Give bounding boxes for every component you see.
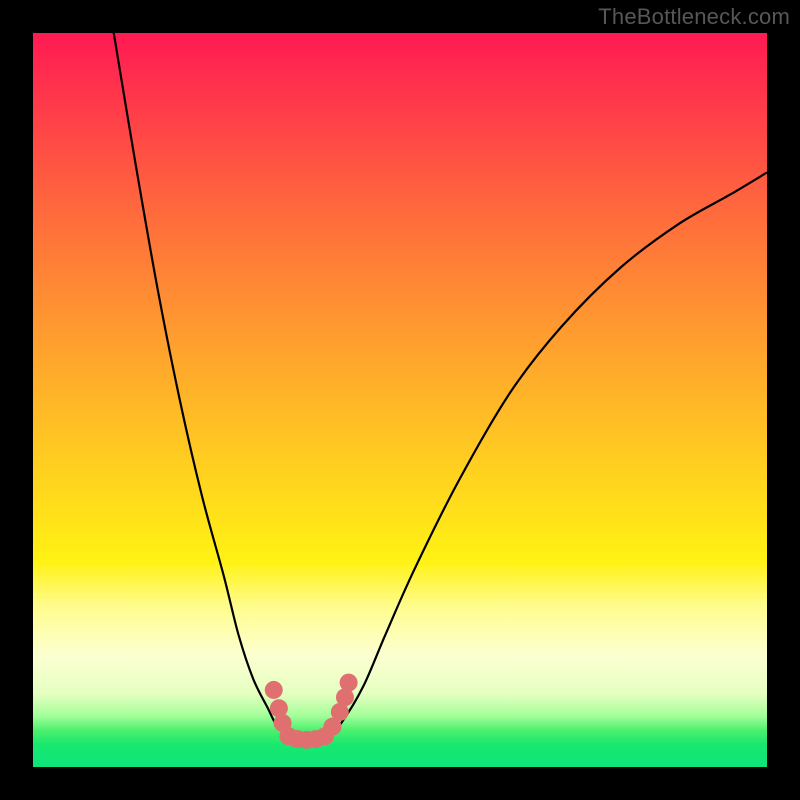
marker-dot bbox=[265, 681, 283, 699]
left-curve bbox=[114, 33, 290, 738]
chart-frame: TheBottleneck.com bbox=[0, 0, 800, 800]
curve-layer bbox=[33, 33, 767, 767]
marker-dots bbox=[265, 674, 358, 749]
marker-dot bbox=[340, 674, 358, 692]
plot-area bbox=[33, 33, 767, 767]
right-curve bbox=[327, 172, 767, 737]
watermark-text: TheBottleneck.com bbox=[598, 4, 790, 30]
